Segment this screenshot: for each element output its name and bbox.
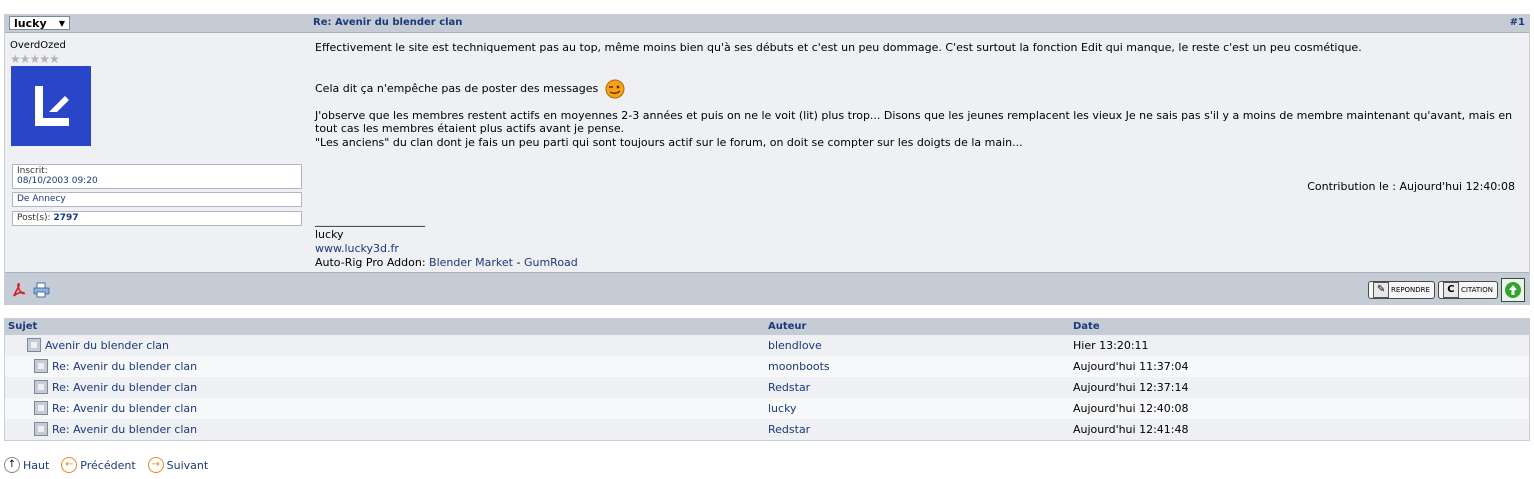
contribution-date: Contribution le : Aujourd'hui 12:40:08	[1307, 180, 1515, 193]
nav-next-label[interactable]: Suivant	[167, 459, 209, 472]
quote-button[interactable]: C CITATION	[1437, 281, 1498, 299]
table-row: Re: Avenir du blender clan Redstar Aujou…	[5, 419, 1529, 440]
nav-top-link[interactable]: ↑ Haut	[4, 457, 49, 473]
location-info: De Annecy	[12, 192, 302, 207]
posts-info: Post(s): 2797	[12, 211, 302, 226]
arrow-up-icon: ↑	[4, 457, 20, 473]
signature-name: lucky	[315, 228, 344, 241]
posts-count: 2797	[53, 213, 79, 223]
thread-node-icon	[34, 380, 48, 394]
header-author: Auteur	[768, 321, 807, 332]
post-paragraph-2: Cela dit ça n'empêche pas de poster des …	[315, 79, 1515, 99]
author-dropdown[interactable]: lucky ▼	[9, 16, 70, 30]
thread-author-link[interactable]: blendlove	[768, 339, 822, 352]
thread-date: Aujourd'hui 11:37:04	[1073, 360, 1189, 373]
user-rank: OverdOzed	[10, 40, 66, 51]
thread-node-icon	[34, 359, 48, 373]
post-header: lucky ▼ Re: Avenir du blender clan #1	[5, 15, 1529, 33]
thread-subject-link[interactable]: Re: Avenir du blender clan	[52, 360, 197, 373]
signature-addon-label: Auto-Rig Pro Addon:	[315, 256, 430, 269]
author-panel: OverdOzed ★★★★★ Inscrit: 08/10/2003 09:2…	[5, 33, 307, 285]
post-title: Re: Avenir du blender clan	[313, 17, 463, 28]
print-icon[interactable]	[33, 282, 51, 298]
table-row: Re: Avenir du blender clan moonboots Auj…	[5, 356, 1529, 377]
thread-author-link[interactable]: moonboots	[768, 360, 830, 373]
back-to-top-button[interactable]	[1501, 278, 1525, 302]
author-dropdown-value: lucky	[14, 17, 47, 30]
signature: ____________________ lucky www.lucky3d.f…	[315, 214, 578, 270]
join-info: Inscrit: 08/10/2003 09:20	[12, 164, 302, 189]
reply-button[interactable]: ✎ REPONDRE	[1368, 281, 1435, 299]
thread-node-icon	[34, 401, 48, 415]
blender-market-link[interactable]: Blender Market	[429, 256, 513, 269]
thread-table-header: Sujet Auteur Date	[5, 319, 1529, 335]
location-text: De Annecy	[17, 194, 66, 204]
post-actions: ✎ REPONDRE C CITATION	[1368, 278, 1525, 302]
nav-next-link[interactable]: → Suivant	[147, 457, 209, 473]
reply-icon: ✎	[1373, 282, 1390, 298]
forum-post: lucky ▼ Re: Avenir du blender clan #1 Ov…	[4, 14, 1530, 305]
thread-node-icon	[27, 338, 41, 352]
header-subject: Sujet	[8, 321, 38, 332]
thread-author-link[interactable]: Redstar	[768, 423, 810, 436]
reply-button-label: REPONDRE	[1391, 286, 1430, 294]
thread-table: Sujet Auteur Date Avenir du blender clan…	[4, 318, 1530, 441]
signature-url-link[interactable]: www.lucky3d.fr	[315, 242, 399, 255]
post-number-link[interactable]: #1	[1510, 17, 1525, 28]
thread-rows: Avenir du blender clan blendlove Hier 13…	[5, 335, 1529, 440]
arrow-left-icon: ←	[61, 457, 78, 473]
avatar-logo-icon	[35, 86, 69, 126]
thread-author-link[interactable]: lucky	[768, 402, 797, 415]
post-paragraph-3: J'observe que les membres restent actifs…	[315, 109, 1513, 135]
signature-separator: -	[512, 256, 524, 269]
thread-subject-link[interactable]: Avenir du blender clan	[45, 339, 169, 352]
post-footer-icons	[11, 282, 51, 301]
thread-date: Aujourd'hui 12:40:08	[1073, 402, 1189, 415]
header-date: Date	[1073, 321, 1100, 332]
thread-navigation: ↑ Haut ← Précédent → Suivant	[4, 457, 214, 473]
thread-subject-link[interactable]: Re: Avenir du blender clan	[52, 402, 197, 415]
avatar[interactable]	[11, 66, 91, 146]
table-row: Re: Avenir du blender clan lucky Aujourd…	[5, 398, 1529, 419]
arrow-up-icon	[1505, 282, 1521, 298]
nav-prev-label[interactable]: Précédent	[80, 459, 135, 472]
pdf-icon[interactable]	[11, 282, 27, 298]
post-footer: ✎ REPONDRE C CITATION	[5, 272, 1529, 305]
table-row: Avenir du blender clan blendlove Hier 13…	[5, 335, 1529, 356]
chevron-down-icon: ▼	[58, 19, 65, 28]
join-label: Inscrit:	[17, 166, 48, 176]
posts-label: Post(s):	[17, 213, 51, 223]
rank-stars-icon: ★★★★★	[10, 52, 60, 66]
join-date: 08/10/2003 09:20	[17, 176, 98, 186]
table-row: Re: Avenir du blender clan Redstar Aujou…	[5, 377, 1529, 398]
post-paragraph-1: Effectivement le site est techniquement …	[315, 41, 1362, 54]
arrow-right-icon: →	[147, 457, 164, 473]
thread-date: Aujourd'hui 12:41:48	[1073, 423, 1189, 436]
quote-button-label: CITATION	[1460, 286, 1493, 294]
thread-subject-link[interactable]: Re: Avenir du blender clan	[52, 423, 197, 436]
thread-date: Hier 13:20:11	[1073, 339, 1149, 352]
post-paragraph-4: "Les anciens" du clan dont je fais un pe…	[315, 136, 1023, 149]
quote-icon: C	[1442, 282, 1459, 298]
nav-prev-link[interactable]: ← Précédent	[61, 457, 136, 473]
nav-top-label[interactable]: Haut	[23, 459, 49, 472]
gumroad-link[interactable]: GumRoad	[524, 256, 578, 269]
post-paragraph-2-text: Cela dit ça n'empêche pas de poster des …	[315, 82, 599, 95]
thread-subject-link[interactable]: Re: Avenir du blender clan	[52, 381, 197, 394]
thread-node-icon	[34, 422, 48, 436]
thread-author-link[interactable]: Redstar	[768, 381, 810, 394]
wink-smiley-icon	[605, 79, 625, 99]
signature-rule: ____________________	[315, 214, 425, 227]
thread-date: Aujourd'hui 12:37:14	[1073, 381, 1189, 394]
